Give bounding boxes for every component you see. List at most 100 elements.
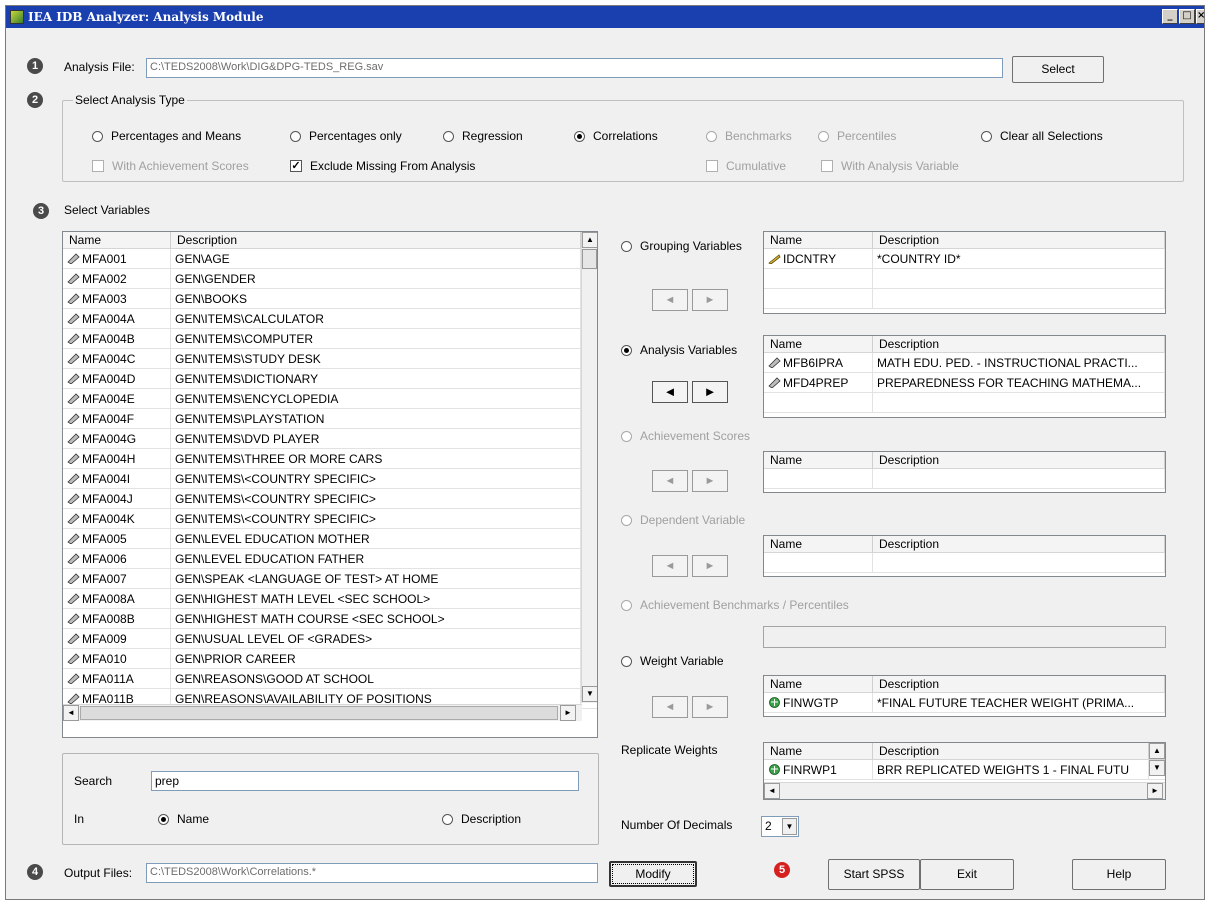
scale-variable-icon	[67, 393, 80, 405]
scroll-right-icon[interactable]: ►	[1147, 783, 1163, 799]
table-row[interactable]: MFA009 GEN\USUAL LEVEL OF <GRADES>	[63, 629, 597, 649]
table-row[interactable]: MFA001 GEN\AGE	[63, 249, 597, 269]
chevron-down-icon[interactable]: ▼	[782, 818, 797, 835]
table-row[interactable]: MFA008B GEN\HIGHEST MATH COURSE <SEC SCHO…	[63, 609, 597, 629]
column-description[interactable]: Description	[873, 336, 1165, 352]
table-row[interactable]: MFA004J GEN\ITEMS\<COUNTRY SPECIFIC>	[63, 489, 597, 509]
close-icon[interactable]: ×	[1196, 9, 1205, 24]
replicate-weights-list[interactable]: Name Description FINRWP1 BRR REPLICATED W…	[763, 742, 1166, 800]
maximize-icon[interactable]: □	[1179, 9, 1195, 24]
help-button[interactable]: Help	[1072, 859, 1166, 890]
variable-description: GEN\ITEMS\<COUNTRY SPECIFIC>	[171, 509, 581, 528]
scroll-up-icon[interactable]: ▲	[1149, 743, 1165, 759]
scroll-up-icon[interactable]: ▲	[582, 232, 597, 248]
column-description[interactable]: Description	[873, 743, 1149, 759]
variable-name: MFA004H	[82, 452, 136, 466]
table-row[interactable]: MFA008A GEN\HIGHEST MATH LEVEL <SEC SCHOO…	[63, 589, 597, 609]
radio-grouping-variables[interactable]: Grouping Variables	[621, 239, 742, 253]
scroll-down-icon[interactable]: ▼	[582, 686, 597, 702]
achievement-add-icon: ►	[692, 470, 728, 492]
radio-correlations[interactable]: Correlations	[574, 129, 658, 143]
start-spss-button[interactable]: Start SPSS	[828, 859, 920, 890]
scroll-left-icon[interactable]: ◄	[63, 705, 79, 721]
modify-button[interactable]: Modify	[609, 861, 697, 887]
analysis-file-label: Analysis File:	[64, 60, 135, 74]
select-file-button[interactable]: Select	[1012, 56, 1104, 83]
column-description[interactable]: Description	[873, 232, 1165, 248]
table-row[interactable]: MFA003 GEN\BOOKS	[63, 289, 597, 309]
analysis-add-icon[interactable]: ►	[692, 381, 728, 403]
table-row[interactable]: FINRWP1 BRR REPLICATED WEIGHTS 1 - FINAL…	[764, 760, 1165, 780]
radio-search-name[interactable]: Name	[158, 812, 209, 826]
variable-description: GEN\ITEMS\<COUNTRY SPECIFIC>	[171, 469, 581, 488]
radio-search-description[interactable]: Description	[442, 812, 521, 826]
column-name[interactable]: Name	[63, 232, 171, 248]
radio-clear-selections[interactable]: Clear all Selections	[981, 129, 1103, 143]
variables-list[interactable]: Name Description MFA001 GEN\AGE MFA002 GEN\…	[62, 231, 598, 738]
replicate-var-description: BRR REPLICATED WEIGHTS 1 - FINAL FUTU	[873, 760, 1149, 779]
grouping-variables-list[interactable]: Name Description IDCNTRY *COUNTRY ID*	[763, 231, 1166, 314]
radio-dot	[92, 130, 103, 142]
search-input[interactable]: prep	[151, 771, 579, 791]
column-description[interactable]: Description	[171, 232, 581, 248]
table-row[interactable]: MFA006 GEN\LEVEL EDUCATION FATHER	[63, 549, 597, 569]
table-row[interactable]: MFA004C GEN\ITEMS\STUDY DESK	[63, 349, 597, 369]
radio-percentages-means[interactable]: Percentages and Means	[92, 129, 241, 143]
scale-variable-icon	[67, 473, 80, 485]
scroll-left-icon[interactable]: ◄	[764, 783, 780, 799]
check-exclude-missing[interactable]: ✓ Exclude Missing From Analysis	[290, 159, 475, 173]
analysis-variables-list[interactable]: Name Description MFB6IPRA MATH EDU. PED. …	[763, 335, 1166, 418]
column-name[interactable]: Name	[764, 336, 873, 352]
table-row[interactable]: MFA004G GEN\ITEMS\DVD PLAYER	[63, 429, 597, 449]
decimals-select[interactable]: 2 ▼	[761, 816, 799, 837]
scroll-thumb[interactable]	[582, 249, 597, 269]
table-row[interactable]: MFA002 GEN\GENDER	[63, 269, 597, 289]
column-description[interactable]: Description	[873, 676, 1165, 692]
table-row[interactable]: FINWGTP *FINAL FUTURE TEACHER WEIGHT (PR…	[764, 693, 1165, 713]
scale-variable-icon	[768, 357, 781, 369]
table-row[interactable]: MFA010 GEN\PRIOR CAREER	[63, 649, 597, 669]
table-row[interactable]: MFA004I GEN\ITEMS\<COUNTRY SPECIFIC>	[63, 469, 597, 489]
radio-weight-variable[interactable]: Weight Variable	[621, 654, 724, 668]
radio-percentages-only[interactable]: Percentages only	[290, 129, 402, 143]
table-row[interactable]: MFA004K GEN\ITEMS\<COUNTRY SPECIFIC>	[63, 509, 597, 529]
weight-variable-list[interactable]: Name Description FINWGTP *FINAL FUTURE TE…	[763, 675, 1166, 717]
table-row[interactable]: MFA004D GEN\ITEMS\DICTIONARY	[63, 369, 597, 389]
table-row[interactable]: IDCNTRY *COUNTRY ID*	[764, 249, 1165, 269]
variables-horizontal-scrollbar[interactable]: ◄ ►	[63, 704, 582, 721]
table-row[interactable]: MFD4PREP PREPAREDNESS FOR TEACHING MATHE…	[764, 373, 1165, 393]
replicate-horizontal-scrollbar[interactable]: ◄ ►	[764, 782, 1165, 799]
scroll-down-icon[interactable]: ▼	[1149, 760, 1165, 776]
minimize-icon[interactable]: _	[1162, 9, 1178, 24]
column-name[interactable]: Name	[764, 232, 873, 248]
variable-name: MFA004E	[82, 392, 135, 406]
analysis-file-input[interactable]: C:\TEDS2008\Work\DIG&DPG-TEDS_REG.sav	[146, 58, 1003, 78]
exit-button[interactable]: Exit	[920, 859, 1014, 890]
analysis-var-name: MFD4PREP	[783, 376, 849, 390]
table-row[interactable]: MFA004F GEN\ITEMS\PLAYSTATION	[63, 409, 597, 429]
radio-regression[interactable]: Regression	[443, 129, 523, 143]
variable-name-cell: MFA010	[63, 649, 171, 668]
table-row[interactable]: MFA004B GEN\ITEMS\COMPUTER	[63, 329, 597, 349]
variables-vertical-scrollbar[interactable]: ▲ ▼	[581, 232, 597, 703]
analysis-remove-icon[interactable]: ◄	[652, 381, 688, 403]
table-row[interactable]: MFA004A GEN\ITEMS\CALCULATOR	[63, 309, 597, 329]
column-name[interactable]: Name	[764, 743, 873, 759]
table-row[interactable]: MFA011A GEN\REASONS\GOOD AT SCHOOL	[63, 669, 597, 689]
radio-analysis-variables[interactable]: Analysis Variables	[621, 343, 737, 357]
table-row[interactable]: MFA004H GEN\ITEMS\THREE OR MORE CARS	[63, 449, 597, 469]
table-row[interactable]: MFA004E GEN\ITEMS\ENCYCLOPEDIA	[63, 389, 597, 409]
variable-name: MFA001	[82, 252, 127, 266]
variable-name: MFA004B	[82, 332, 135, 346]
scroll-right-icon[interactable]: ►	[560, 705, 576, 721]
radio-dependent-variable: Dependent Variable	[621, 513, 745, 527]
variable-name: MFA004A	[82, 312, 135, 326]
scale-variable-icon	[67, 353, 80, 365]
output-files-input[interactable]: C:\TEDS2008\Work\Correlations.*	[146, 863, 598, 883]
table-row[interactable]: MFA007 GEN\SPEAK <LANGUAGE OF TEST> AT HO…	[63, 569, 597, 589]
hscroll-thumb[interactable]	[80, 706, 558, 720]
analysis-var-description: MATH EDU. PED. - INSTRUCTIONAL PRACTI...	[873, 353, 1165, 372]
column-name[interactable]: Name	[764, 676, 873, 692]
table-row[interactable]: MFB6IPRA MATH EDU. PED. - INSTRUCTIONAL …	[764, 353, 1165, 373]
table-row[interactable]: MFA005 GEN\LEVEL EDUCATION MOTHER	[63, 529, 597, 549]
